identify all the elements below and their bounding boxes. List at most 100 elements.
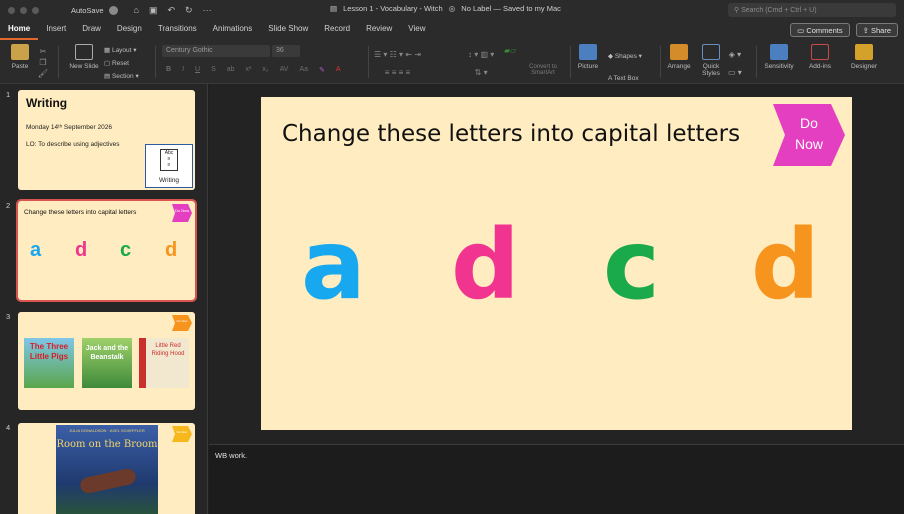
tab-review[interactable]: Review	[358, 20, 400, 40]
home-icon[interactable]: ⌂	[134, 5, 139, 16]
italic-button[interactable]: I	[182, 66, 184, 74]
letter-a[interactable]: a	[301, 217, 366, 313]
format-painter-icon[interactable]: 🖌	[36, 68, 50, 79]
slide-editor[interactable]: Change these letters into capital letter…	[209, 84, 904, 444]
smartart-button[interactable]: ▰▱	[504, 46, 516, 55]
close-window-icon[interactable]	[8, 6, 15, 14]
highlight-icon[interactable]: ✎	[319, 66, 325, 74]
label-status: No Label — Saved to my Mac	[461, 4, 561, 13]
bullets-icon[interactable]: ☰ ▾	[374, 50, 387, 59]
designer-button[interactable]: Designer	[848, 44, 880, 70]
thumbnail-title: Writing	[26, 96, 68, 110]
quick-styles-icon	[702, 44, 720, 60]
add-ins-button[interactable]: Add-ins	[806, 44, 834, 70]
tab-transitions[interactable]: Transitions	[150, 20, 205, 40]
current-slide[interactable]: Change these letters into capital letter…	[261, 97, 852, 430]
font-size-select[interactable]: 36	[272, 45, 300, 57]
shapes-button[interactable]: ◆ Shapes ▾	[608, 46, 642, 68]
sensitivity-button[interactable]: Sensitivity	[760, 44, 798, 70]
align-icons[interactable]: ≡ ≡ ≡ ≡	[385, 68, 410, 77]
slide-title[interactable]: Change these letters into capital letter…	[282, 121, 740, 147]
document-icon: Abc ≡ ≡	[160, 149, 178, 171]
reset-button[interactable]: ▢ Reset	[104, 57, 139, 70]
notes-text[interactable]: WB work.	[215, 451, 247, 460]
thumbnail-number: 2	[6, 201, 11, 210]
autosave-toggle[interactable]	[108, 5, 118, 15]
document-title: ▤ Lesson 1 - Vocabulary - Witch ◎ No Lab…	[330, 4, 561, 13]
speaker-notes[interactable]: WB work.	[209, 444, 904, 514]
share-icon: ⇪	[862, 26, 871, 35]
layout-button[interactable]: ▦ Layout ▾	[104, 44, 139, 57]
copy-icon[interactable]: ❐	[36, 57, 50, 68]
change-case-button[interactable]: Aa	[299, 66, 308, 74]
paste-button[interactable]: Paste	[6, 44, 34, 70]
letter-d[interactable]: d	[451, 217, 520, 313]
slide-thumbnail-2[interactable]: Change these letters into capital letter…	[16, 199, 197, 302]
document-name: Lesson 1 - Vocabulary - Witch	[343, 4, 443, 13]
tab-record[interactable]: Record	[316, 20, 358, 40]
letter-d-second[interactable]: d	[751, 217, 820, 313]
do-now-badge[interactable]: Do Now	[773, 104, 845, 166]
font-name-select[interactable]: Century Gothic	[162, 45, 270, 57]
minimize-window-icon[interactable]	[20, 6, 27, 14]
text-effect-button[interactable]: ab	[227, 66, 235, 74]
text-direction-icon[interactable]: ⇅ ▾	[475, 68, 488, 77]
save-icon[interactable]: ▣	[149, 5, 158, 16]
line-spacing-icon[interactable]: ↕ ▾	[468, 50, 478, 59]
more-icon[interactable]: ···	[203, 5, 212, 16]
slide-thumbnail-1[interactable]: Writing Monday 14ᵗʰ September 2026 LO: T…	[18, 90, 195, 190]
subscript-button[interactable]: x₂	[262, 66, 268, 74]
paste-label: Paste	[11, 63, 29, 70]
underline-button[interactable]: U	[195, 66, 200, 74]
title-bar: AutoSave ⌂ ▣ ↶ ↻ ··· ▤ Lesson 1 - Vocabu…	[0, 0, 904, 20]
letter-c[interactable]: c	[603, 217, 660, 313]
zoom-window-icon[interactable]	[32, 6, 39, 14]
superscript-button[interactable]: x²	[246, 66, 252, 74]
cut-icon[interactable]: ✂	[36, 46, 50, 57]
tab-view[interactable]: View	[400, 20, 433, 40]
thumbnail-title: Change these letters into capital letter…	[24, 209, 137, 216]
tab-slide-show[interactable]: Slide Show	[260, 20, 316, 40]
new-slide-button[interactable]: New Slide	[66, 44, 102, 70]
bold-button[interactable]: B	[166, 66, 171, 74]
strikethrough-button[interactable]: S	[211, 66, 216, 74]
window-controls[interactable]	[8, 6, 39, 14]
slide-thumbnail-3[interactable]: Do Now The Three Little Pigs Jack and th…	[18, 312, 195, 410]
slide-thumbnail-4[interactable]: Do Now JULIA DONALDSON · AXEL SCHEFFLER …	[18, 423, 195, 514]
undo-icon[interactable]: ↶	[167, 5, 175, 16]
format-buttons: B I U S ab x² x₂ AV Aa ✎ A	[166, 66, 341, 74]
shape-fill-icon[interactable]: ◈ ▾	[729, 50, 741, 59]
slide-thumbnail-pane[interactable]: 1 Writing Monday 14ᵗʰ September 2026 LO:…	[0, 84, 208, 514]
tab-draw[interactable]: Draw	[74, 20, 109, 40]
smartart-icon: ▰▱	[504, 46, 517, 55]
arrange-button[interactable]: Arrange	[664, 44, 694, 70]
tab-design[interactable]: Design	[109, 20, 150, 40]
section-button[interactable]: ▤ Section ▾	[104, 70, 139, 83]
indent-icon[interactable]: ⇤ ⇥	[405, 50, 421, 59]
writing-card-label: Writing	[158, 177, 180, 184]
book-cover-room-on-the-broom: JULIA DONALDSON · AXEL SCHEFFLER Room on…	[56, 425, 158, 514]
char-spacing-button[interactable]: AV	[280, 66, 289, 74]
picture-button[interactable]: Picture	[576, 44, 600, 70]
book-header: JULIA DONALDSON · AXEL SCHEFFLER	[69, 428, 145, 433]
do-now-line2: Now	[795, 136, 824, 152]
redo-icon[interactable]: ↻	[185, 5, 193, 16]
font-color-icon[interactable]: A	[336, 66, 341, 74]
shape-outline-icon[interactable]: ▭ ▾	[728, 68, 742, 77]
new-slide-label: New Slide	[69, 63, 99, 70]
do-now-badge: Do Now	[172, 204, 192, 222]
tab-home[interactable]: Home	[0, 20, 39, 40]
tab-insert[interactable]: Insert	[38, 20, 74, 40]
numbering-icon[interactable]: ☷ ▾	[390, 50, 403, 59]
quick-styles-button[interactable]: Quick Styles	[698, 44, 724, 77]
new-slide-icon	[75, 44, 93, 60]
thumbnail-number: 4	[6, 423, 11, 432]
comments-button[interactable]: ▭ Comments	[790, 23, 850, 37]
tab-animations[interactable]: Animations	[205, 20, 261, 40]
thumbnail-number: 3	[6, 312, 11, 321]
section-label: Section	[111, 73, 134, 80]
search-input[interactable]: ⚲ Search (Cmd + Ctrl + U)	[728, 3, 896, 17]
add-ins-icon	[811, 44, 829, 60]
share-button[interactable]: ⇪ Share	[855, 23, 898, 37]
columns-icon[interactable]: ▥ ▾	[480, 50, 494, 59]
